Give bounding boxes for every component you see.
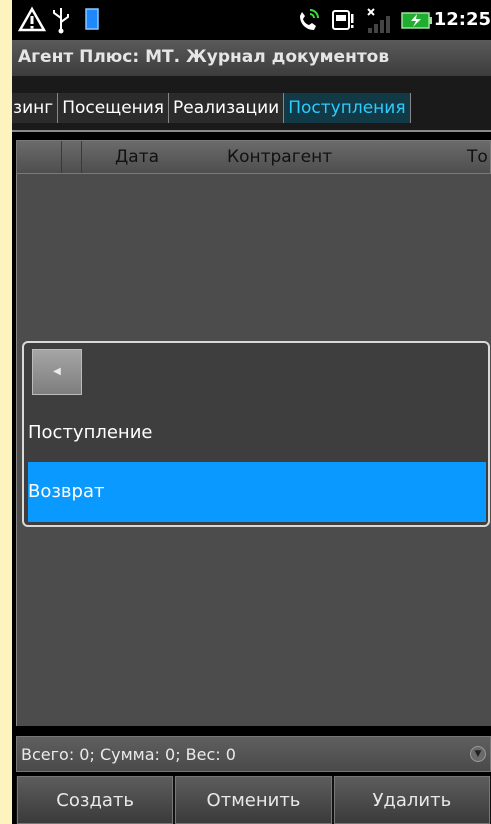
tab-receipts[interactable]: Поступления (284, 93, 411, 123)
back-button[interactable]: ◀ (32, 349, 82, 395)
column-header-counterparty[interactable]: Контрагент (227, 141, 332, 173)
document-type-dialog: ◀ Поступление Возврат (22, 341, 490, 527)
menu-item-receipt[interactable]: Поступление (28, 403, 486, 463)
battery-charging-icon (400, 6, 434, 38)
arrow-left-icon: ◀ (53, 366, 61, 377)
tab-bar: йзинг Посещения Реализации Поступления (12, 76, 491, 132)
summary-bar[interactable]: Всего: 0; Сумма: 0; Вес: 0 ▼ (16, 736, 491, 772)
app-title: Агент Плюс: МТ. Журнал документов (12, 40, 491, 76)
menu-item-return[interactable]: Возврат (28, 462, 486, 522)
chevron-down-icon[interactable]: ▼ (470, 746, 486, 762)
action-bar: Создать Отменить Удалить (16, 776, 491, 824)
status-clock: 12:25 (433, 9, 491, 30)
status-bar: 12:25 (12, 0, 491, 40)
signal-icon (364, 6, 392, 40)
column-divider (61, 141, 62, 173)
tab-sales[interactable]: Реализации (169, 93, 285, 123)
table-header: Дата Контрагент То (16, 140, 491, 174)
column-header-total[interactable]: То (467, 141, 488, 173)
warning-triangle-icon (17, 6, 47, 38)
column-header-date[interactable]: Дата (115, 141, 159, 173)
delete-button[interactable]: Удалить (333, 776, 490, 824)
phone-call-icon (294, 6, 322, 38)
tab-merchandising[interactable]: йзинг (12, 93, 59, 123)
usb-icon (50, 6, 72, 38)
cancel-button[interactable]: Отменить (175, 776, 332, 824)
tab-visits[interactable]: Посещения (58, 93, 170, 123)
summary-text: Всего: 0; Сумма: 0; Вес: 0 (21, 745, 236, 764)
battery-small-icon (84, 6, 100, 36)
phone-screen: 12:25 Агент Плюс: МТ. Журнал документов … (12, 0, 491, 824)
create-button[interactable]: Создать (17, 776, 174, 824)
column-divider (81, 141, 82, 173)
sd-card-icon (330, 6, 356, 38)
